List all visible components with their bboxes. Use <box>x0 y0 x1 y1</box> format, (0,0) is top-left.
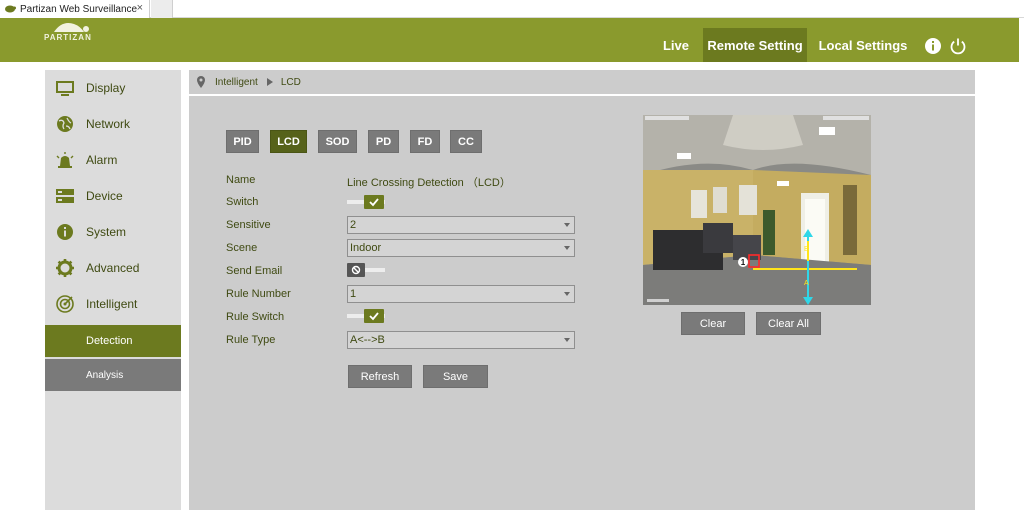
location-pin-icon <box>197 76 205 88</box>
sensitive-select[interactable]: 2 <box>347 216 575 234</box>
disabled-icon <box>351 265 361 275</box>
sidebar-item-label: Network <box>86 117 131 131</box>
tab-cc[interactable]: CC <box>450 130 482 153</box>
breadcrumb-section[interactable]: Intelligent <box>215 77 258 88</box>
rule-number-select[interactable]: 1 <box>347 285 575 303</box>
tab-fd[interactable]: FD <box>410 130 440 153</box>
device-icon <box>56 189 74 203</box>
camera-scene-image: 1 B A <box>643 115 871 305</box>
chevron-down-icon <box>564 292 570 296</box>
tab-pd[interactable]: PD <box>368 130 399 153</box>
tab-lcd[interactable]: LCD <box>270 130 307 153</box>
nav-remote-setting[interactable]: Remote Setting <box>703 28 807 62</box>
browser-tab-title: Partizan Web Surveillance <box>20 3 138 15</box>
sidebar: Display Network Alarm Device System Adva… <box>45 70 181 510</box>
gear-icon <box>56 259 74 277</box>
checkmark-icon <box>369 312 379 321</box>
tab-pid[interactable]: PID <box>226 130 259 153</box>
sidebar-item-label: Display <box>86 81 126 95</box>
clear-button[interactable]: Clear <box>681 312 745 335</box>
sidebar-item-intelligent[interactable]: Intelligent <box>45 286 181 322</box>
clear-all-button[interactable]: Clear All <box>756 312 821 335</box>
chevron-down-icon <box>564 338 570 342</box>
rule-switch-toggle[interactable] <box>347 309 387 323</box>
point-a-label: A <box>804 280 809 287</box>
tab-close-icon[interactable]: × <box>137 2 143 14</box>
info-circle-icon <box>57 224 73 240</box>
send-email-label: Send Email <box>226 265 283 277</box>
browser-tab[interactable]: Partizan Web Surveillance × <box>0 0 150 18</box>
rule-number-label: Rule Number <box>226 288 291 300</box>
monitor-icon <box>56 81 74 96</box>
name-label: Name <box>226 174 256 186</box>
camera-preview[interactable]: 1 B A <box>643 115 871 305</box>
rule-type-label: Rule Type <box>226 334 276 346</box>
nav-local-settings[interactable]: Local Settings <box>815 28 911 62</box>
refresh-button[interactable]: Refresh <box>348 365 412 388</box>
turtle-favicon-icon <box>5 5 16 13</box>
point-b-label: B <box>804 246 809 253</box>
sensitive-label: Sensitive <box>226 219 271 231</box>
breadcrumb-page: LCD <box>280 76 301 88</box>
send-email-toggle[interactable] <box>347 263 387 277</box>
info-icon[interactable] <box>924 37 942 55</box>
alarm-icon <box>56 152 74 168</box>
sensitive-value: 2 <box>350 219 357 231</box>
scene-value: Indoor <box>350 242 382 254</box>
sidebar-item-advanced[interactable]: Advanced <box>45 250 181 286</box>
checkmark-icon <box>369 198 379 207</box>
scene-label: Scene <box>226 242 258 254</box>
sidebar-item-display[interactable]: Display <box>45 70 181 106</box>
globe-icon <box>57 116 73 132</box>
sidebar-item-label: Device <box>86 189 123 203</box>
switch-label: Switch <box>226 196 259 208</box>
sidebar-item-label: System <box>86 225 127 239</box>
rule-switch-label: Rule Switch <box>226 311 285 323</box>
browser-tab-strip: Partizan Web Surveillance × <box>0 0 1024 18</box>
main-content: Intelligent LCD PID LCD SOD PD FD CC Nam… <box>189 70 975 510</box>
target-icon <box>56 295 74 313</box>
tab-sod[interactable]: SOD <box>318 130 357 153</box>
rule-number-value: 1 <box>350 288 357 300</box>
name-value: Line Crossing Detection （LCD） <box>347 177 511 189</box>
nav-live[interactable]: Live <box>655 28 697 62</box>
sidebar-item-label: Advanced <box>86 261 140 275</box>
sidebar-item-network[interactable]: Network <box>45 106 181 142</box>
chevron-down-icon <box>564 246 570 250</box>
sidebar-subitem-analysis[interactable]: Analysis <box>45 359 181 391</box>
sidebar-item-device[interactable]: Device <box>45 178 181 214</box>
sidebar-subitem-detection[interactable]: Detection <box>45 325 181 357</box>
rule-type-select[interactable]: A<-->B <box>347 331 575 349</box>
switch-toggle[interactable] <box>347 195 387 209</box>
save-button[interactable]: Save <box>423 365 488 388</box>
app-header: PARTIZAN Live Remote Setting Local Setti… <box>0 18 1019 62</box>
power-icon[interactable] <box>949 37 967 55</box>
rule-type-value: A<-->B <box>350 334 385 346</box>
new-tab-button[interactable] <box>151 0 173 18</box>
scene-select[interactable]: Indoor <box>347 239 575 257</box>
rule-marker-label: 1 <box>741 258 746 267</box>
logo-text: PARTIZAN <box>44 33 92 42</box>
breadcrumb: Intelligent LCD <box>189 70 975 96</box>
sidebar-item-label: Alarm <box>86 153 118 167</box>
chevron-down-icon <box>564 223 570 227</box>
chevron-right-icon <box>266 78 273 86</box>
sidebar-item-label: Intelligent <box>86 297 138 311</box>
sidebar-item-system[interactable]: System <box>45 214 181 250</box>
sidebar-item-alarm[interactable]: Alarm <box>45 142 181 178</box>
